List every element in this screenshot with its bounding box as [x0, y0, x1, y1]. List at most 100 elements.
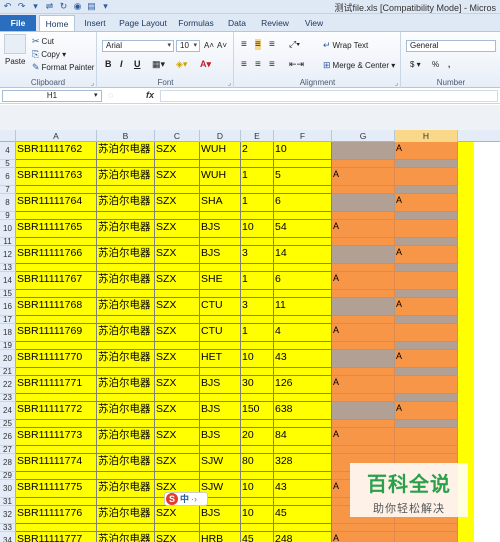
cell-g[interactable]: A [332, 324, 395, 342]
row-header[interactable]: 10 [0, 220, 16, 238]
cell-g[interactable]: A [332, 428, 395, 446]
cell-b[interactable]: 苏泊尔电器 [97, 220, 155, 238]
cell-c[interactable] [155, 472, 200, 480]
cell-h[interactable]: A [395, 246, 458, 264]
cell-a[interactable]: SBR11111764 [16, 194, 97, 212]
column-header-b[interactable]: B [97, 130, 155, 142]
cell-h[interactable] [395, 186, 458, 194]
cell-g[interactable] [332, 238, 395, 246]
cell-a[interactable] [16, 160, 97, 168]
row-header[interactable]: 11 [0, 238, 16, 246]
cell-f[interactable] [274, 524, 332, 532]
row-header[interactable]: 23 [0, 394, 16, 402]
cell-b[interactable] [97, 394, 155, 402]
format-painter-button[interactable]: ✎ Format Painter [32, 62, 94, 73]
cell-d[interactable]: CTU [200, 298, 241, 316]
cell-e[interactable]: 10 [241, 350, 274, 368]
cell-b[interactable] [97, 186, 155, 194]
font-color-icon[interactable]: A▾ [200, 59, 211, 70]
cell-f[interactable] [274, 264, 332, 272]
row-header[interactable]: 26 [0, 428, 16, 446]
column-header-a[interactable]: A [16, 130, 97, 142]
cell-c[interactable] [155, 212, 200, 220]
cell-a[interactable] [16, 264, 97, 272]
cell-c[interactable]: SZX [155, 168, 200, 186]
cell-c[interactable] [155, 524, 200, 532]
cell-g[interactable]: A [332, 376, 395, 394]
cell-b[interactable]: 苏泊尔电器 [97, 506, 155, 524]
cell-d[interactable]: WUH [200, 168, 241, 186]
cell-c[interactable]: SZX [155, 194, 200, 212]
row-header[interactable]: 8 [0, 194, 16, 212]
row-header[interactable]: 18 [0, 324, 16, 342]
font-size-select[interactable]: 10 ▾ [176, 40, 200, 52]
cell-e[interactable] [241, 368, 274, 376]
cell-b[interactable]: 苏泊尔电器 [97, 246, 155, 264]
cell-d[interactable] [200, 420, 241, 428]
cell-a[interactable] [16, 524, 97, 532]
bottom-align-icon[interactable]: ≡ [269, 39, 275, 50]
cell-g[interactable] [332, 298, 395, 316]
cell-h[interactable] [395, 220, 458, 238]
cell-a[interactable] [16, 316, 97, 324]
cell-b[interactable]: 苏泊尔电器 [97, 532, 155, 542]
select-all-corner[interactable] [0, 130, 16, 142]
cell-d[interactable] [200, 472, 241, 480]
column-header-g[interactable]: G [332, 130, 395, 142]
name-box-dropdown-icon[interactable]: ▾ [94, 91, 98, 99]
cell-g[interactable] [332, 264, 395, 272]
row-header[interactable]: 6 [0, 168, 16, 186]
row-header[interactable]: 15 [0, 290, 16, 298]
row-header[interactable]: 19 [0, 342, 16, 350]
cell-d[interactable] [200, 290, 241, 298]
cell-a[interactable] [16, 342, 97, 350]
cell-f[interactable]: 6 [274, 194, 332, 212]
cell-a[interactable] [16, 498, 97, 506]
cell-a[interactable]: SBR11111774 [16, 454, 97, 472]
cell-g[interactable] [332, 394, 395, 402]
row-header[interactable]: 22 [0, 376, 16, 394]
paste-icon[interactable] [4, 34, 26, 54]
cell-e[interactable]: 10 [241, 506, 274, 524]
cell-b[interactable]: 苏泊尔电器 [97, 350, 155, 368]
cell-b[interactable]: 苏泊尔电器 [97, 324, 155, 342]
cell-c[interactable] [155, 160, 200, 168]
cell-a[interactable]: SBR11111767 [16, 272, 97, 290]
cell-a[interactable]: SBR11111776 [16, 506, 97, 524]
clipboard-launcher-icon[interactable]: ⌟ [91, 79, 94, 87]
cell-c[interactable]: SZX [155, 324, 200, 342]
font-name-select[interactable]: Arial ▾ [102, 40, 174, 52]
cell-e[interactable]: 1 [241, 194, 274, 212]
cell-e[interactable]: 45 [241, 532, 274, 542]
cell-b[interactable] [97, 212, 155, 220]
cell-f[interactable] [274, 498, 332, 506]
align-right-icon[interactable]: ≡ [269, 59, 275, 70]
cell-f[interactable]: 45 [274, 506, 332, 524]
cell-e[interactable] [241, 498, 274, 506]
cell-a[interactable] [16, 290, 97, 298]
refresh-icon[interactable]: ↻ [58, 1, 69, 12]
cell-a[interactable]: SBR11111771 [16, 376, 97, 394]
cell-c[interactable] [155, 186, 200, 194]
cell-b[interactable] [97, 472, 155, 480]
cell-d[interactable] [200, 342, 241, 350]
cell-h[interactable] [395, 160, 458, 168]
tab-insert[interactable]: Insert [80, 15, 110, 31]
column-header-h[interactable]: H [395, 130, 458, 142]
cell-h[interactable] [395, 168, 458, 186]
cell-e[interactable] [241, 186, 274, 194]
cell-c[interactable]: SZX [155, 142, 200, 160]
cell-g[interactable] [332, 142, 395, 160]
row-header[interactable]: 29 [0, 472, 16, 480]
row-header[interactable]: 33 [0, 524, 16, 532]
name-box[interactable]: H1 [2, 90, 102, 102]
cell-c[interactable] [155, 342, 200, 350]
column-header-f[interactable]: F [274, 130, 332, 142]
cell-d[interactable]: HET [200, 350, 241, 368]
redo-dropdown-icon[interactable]: ▾ [30, 1, 41, 12]
cell-b[interactable]: 苏泊尔电器 [97, 168, 155, 186]
column-header-c[interactable]: C [155, 130, 200, 142]
cell-e[interactable] [241, 316, 274, 324]
cell-d[interactable]: SHA [200, 194, 241, 212]
borders-icon[interactable]: ▦▾ [152, 59, 165, 70]
